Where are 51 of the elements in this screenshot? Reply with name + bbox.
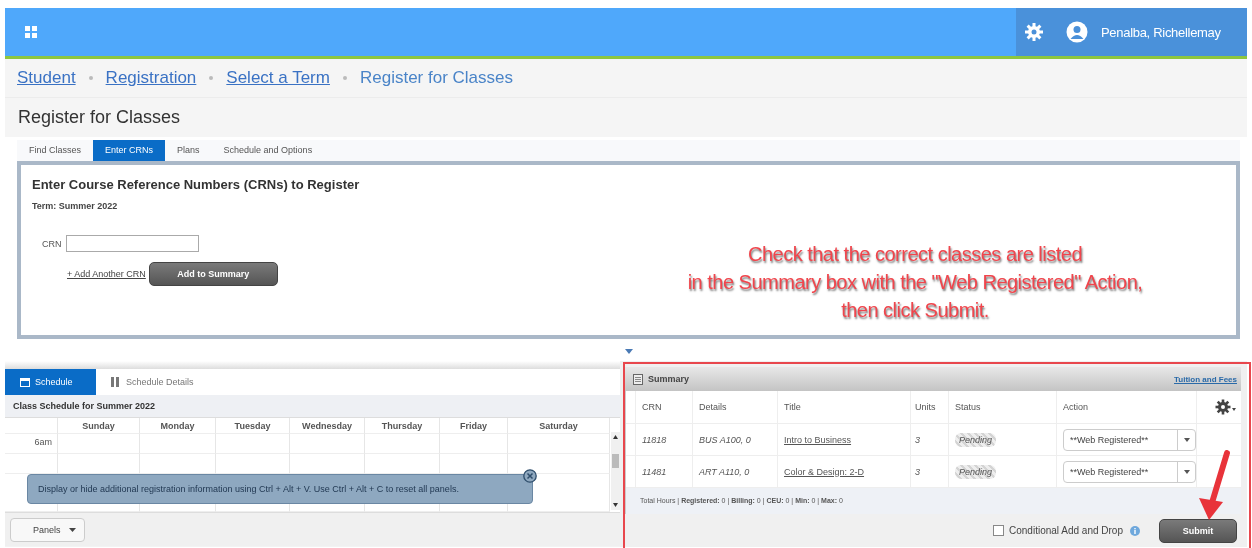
day-header: Saturday xyxy=(508,418,610,434)
term-label: Term: Summer 2022 xyxy=(32,201,119,211)
crn-label: CRN xyxy=(42,238,62,249)
column-header: Units xyxy=(911,391,949,423)
day-header: Thursday xyxy=(365,418,440,434)
schedule-tab[interactable]: Schedule xyxy=(5,369,96,395)
status-label: Pending xyxy=(955,432,997,447)
day-header: Sunday xyxy=(58,418,140,434)
units-cell: 3 xyxy=(911,456,949,487)
column-header: Action xyxy=(1057,391,1197,423)
column-header: CRN xyxy=(636,391,693,423)
breadcrumb-link[interactable]: Select a Term xyxy=(226,68,330,88)
course-title-link[interactable]: Color & Design: 2-D xyxy=(784,466,865,477)
tab[interactable]: Find Classes xyxy=(17,140,94,161)
tuition-fees-link[interactable]: Tuition and Fees xyxy=(1174,374,1237,384)
page-title: Register for Classes xyxy=(5,98,1247,137)
submit-button[interactable]: Submit xyxy=(1159,518,1237,543)
crn-cell: 11818 xyxy=(636,424,693,455)
schedule-tab[interactable]: Schedule Details xyxy=(96,369,208,395)
column-header: Status xyxy=(949,391,1057,423)
status-label: Pending xyxy=(955,464,997,479)
crn-cell: 11481 xyxy=(636,456,693,487)
add-to-summary-button[interactable]: Add to Summary xyxy=(148,262,278,286)
details-cell: BUS A100, 0 xyxy=(693,424,778,455)
add-crn-link[interactable]: + Add Another CRN xyxy=(67,269,146,279)
action-dropdown[interactable]: **Web Registered** xyxy=(1063,460,1196,483)
user-name[interactable]: Penalba, Richellemay xyxy=(1101,24,1221,40)
schedule-title: Class Schedule for Summer 2022 xyxy=(5,395,620,418)
breadcrumb-current: Register for Classes xyxy=(359,68,513,88)
tab[interactable]: Enter CRNs xyxy=(93,140,166,161)
day-header: Tuesday xyxy=(216,418,290,434)
tab[interactable]: Schedule and Options xyxy=(211,140,325,161)
column-header: Title xyxy=(778,391,911,423)
details-cell: ART A110, 0 xyxy=(693,456,778,487)
day-header: Monday xyxy=(140,418,216,434)
summary-title: Summary xyxy=(648,374,690,384)
form-heading: Enter Course Reference Numbers (CRNs) to Register xyxy=(32,177,361,192)
day-header: Friday xyxy=(440,418,508,434)
panels-button[interactable]: Panels xyxy=(10,517,85,542)
breadcrumb-link[interactable]: Student xyxy=(17,68,76,88)
course-title-link[interactable]: Intro to Business xyxy=(784,434,852,445)
time-label: 6am xyxy=(5,434,58,454)
action-dropdown[interactable]: **Web Registered** xyxy=(1063,428,1196,451)
annotation-text: Check that the correct classes are listed in the Summary box with the "Web Registered" Action, then click Submit. xyxy=(686,242,1144,323)
checkbox-label: Conditional Add and Drop xyxy=(1009,525,1123,536)
units-cell: 3 xyxy=(911,424,949,455)
tooltip-text: Display or hide additional registration information using Ctrl + Alt + V. Use Ctrl + Alt + C to reset all panels. xyxy=(38,484,459,494)
column-header: Details xyxy=(693,391,778,423)
day-header: Wednesday xyxy=(290,418,365,434)
tab[interactable]: Plans xyxy=(165,140,212,161)
breadcrumb-link[interactable]: Registration xyxy=(105,68,197,88)
